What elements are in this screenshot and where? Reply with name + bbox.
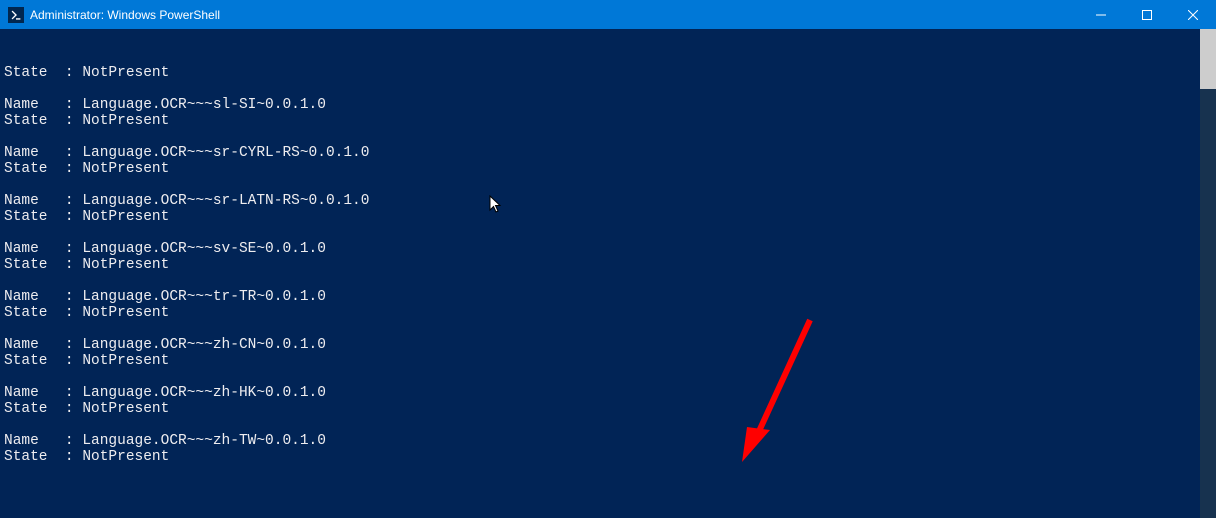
output-name-line: Name : Language.OCR~~~zh-TW~0.0.1.0 [4, 433, 1216, 449]
output-state-line: State : NotPresent [4, 305, 1216, 321]
output-name-line: Name : Language.OCR~~~sr-CYRL-RS~0.0.1.0 [4, 145, 1216, 161]
blank-line [4, 465, 1216, 481]
output-name-line: Name : Language.OCR~~~sr-LATN-RS~0.0.1.0 [4, 193, 1216, 209]
blank-line [4, 177, 1216, 193]
output-state-line: State : NotPresent [4, 401, 1216, 417]
output-state-line: State : NotPresent [4, 257, 1216, 273]
blank-line [4, 225, 1216, 241]
output-name-line: Name : Language.OCR~~~sl-SI~0.0.1.0 [4, 97, 1216, 113]
terminal-output[interactable]: State : NotPresent Name : Language.OCR~~… [0, 29, 1216, 518]
output-name-line: Name : Language.OCR~~~tr-TR~0.0.1.0 [4, 289, 1216, 305]
minimize-button[interactable] [1078, 0, 1124, 29]
output-state-line: State : NotPresent [4, 353, 1216, 369]
output-name-line: Name : Language.OCR~~~zh-HK~0.0.1.0 [4, 385, 1216, 401]
output-state-line: State : NotPresent [4, 209, 1216, 225]
output-name-line: Name : Language.OCR~~~zh-CN~0.0.1.0 [4, 337, 1216, 353]
blank-line [4, 81, 1216, 97]
maximize-button[interactable] [1124, 0, 1170, 29]
blank-line [4, 273, 1216, 289]
output-state-line: State : NotPresent [4, 113, 1216, 129]
output-state-line: State : NotPresent [4, 449, 1216, 465]
window-title: Administrator: Windows PowerShell [30, 8, 220, 22]
powershell-window: Administrator: Windows PowerShell State … [0, 0, 1216, 518]
blank-line [4, 321, 1216, 337]
blank-line [4, 369, 1216, 385]
powershell-icon [8, 7, 24, 23]
blank-line [4, 417, 1216, 433]
output-name-line: Name : Language.OCR~~~sv-SE~0.0.1.0 [4, 241, 1216, 257]
output-state-line: State : NotPresent [4, 161, 1216, 177]
title-bar[interactable]: Administrator: Windows PowerShell [0, 0, 1216, 29]
output-line: State : NotPresent [4, 65, 1216, 81]
scrollbar-track[interactable] [1200, 29, 1216, 518]
scrollbar-thumb[interactable] [1200, 29, 1216, 89]
blank-line [4, 129, 1216, 145]
close-button[interactable] [1170, 0, 1216, 29]
